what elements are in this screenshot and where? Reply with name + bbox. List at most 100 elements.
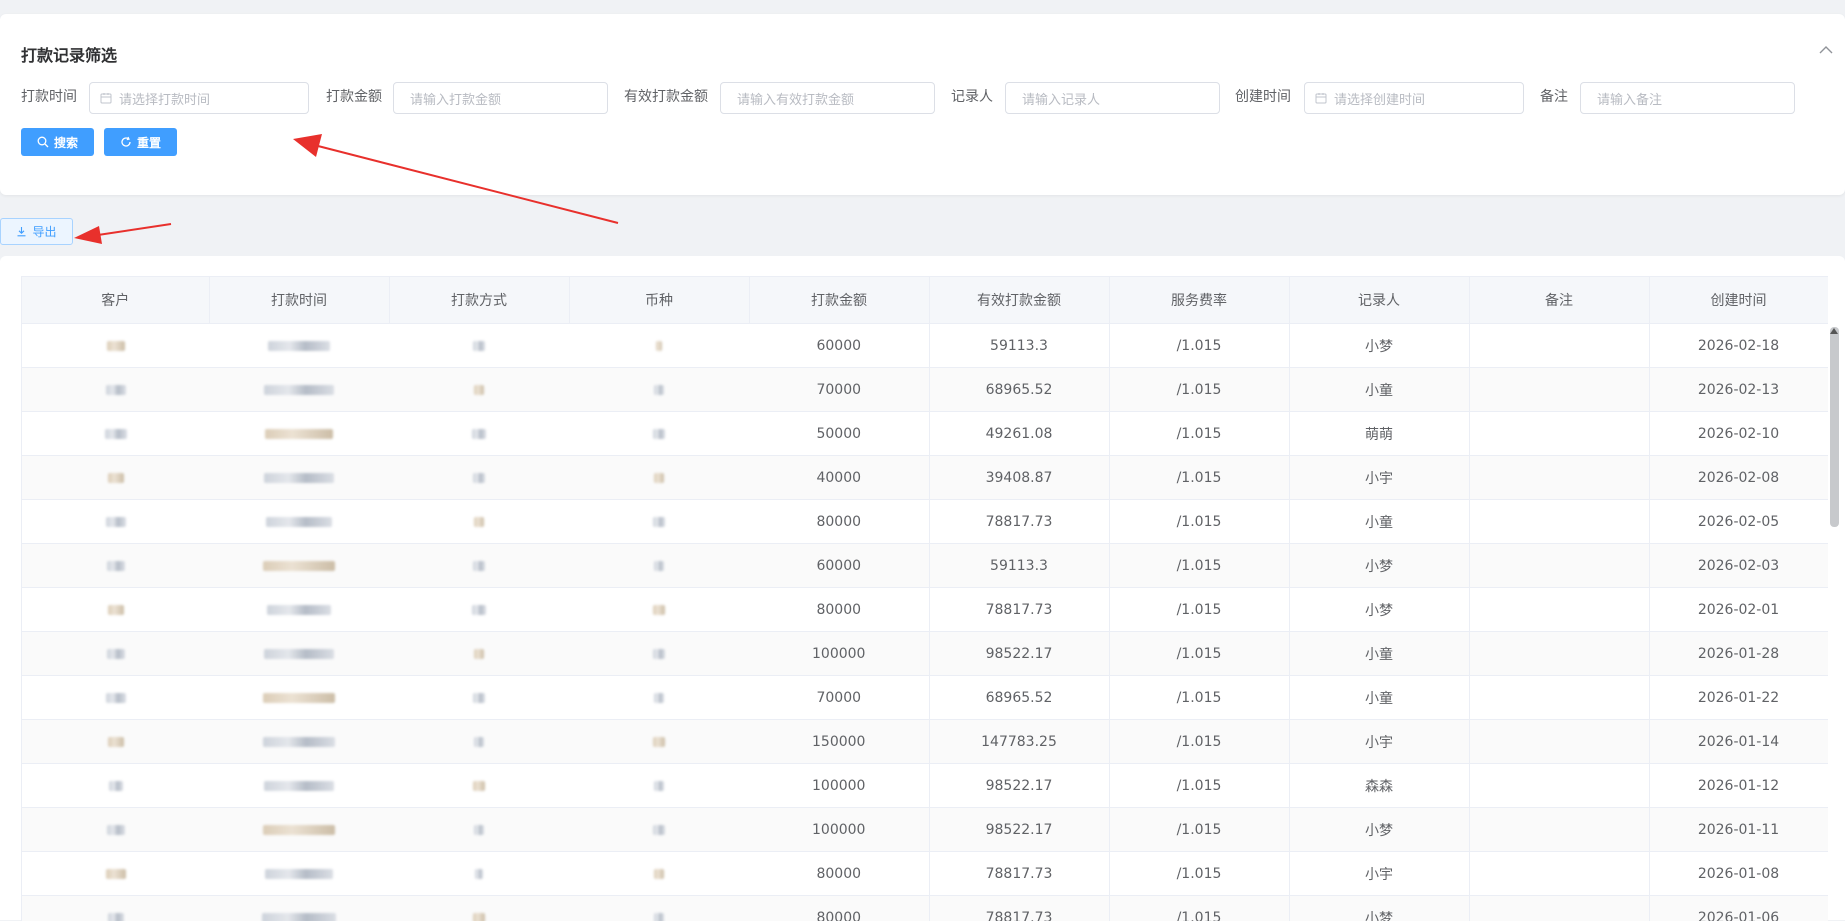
created-time-picker[interactable]: 请选择创建时间: [1304, 82, 1524, 114]
recorder-cell: 小梦: [1289, 324, 1469, 368]
payment-amount-cell: 80000: [749, 588, 929, 632]
redacted-text: [473, 781, 485, 791]
customer-cell-redacted: [22, 500, 209, 544]
created-time-placeholder: 请选择创建时间: [1334, 89, 1425, 108]
currency-cell-redacted: [569, 720, 749, 764]
note-cell: [1469, 632, 1649, 676]
note-cell: [1469, 456, 1649, 500]
payment-method-cell-redacted: [389, 676, 569, 720]
note-input[interactable]: 请输入备注: [1580, 82, 1795, 114]
column-header-payment-time: 打款时间: [209, 277, 389, 324]
payment-amount-cell: 60000: [749, 544, 929, 588]
table-row[interactable]: 150000147783.25/1.015小宇2026-01-14: [22, 720, 1828, 764]
effective-amount-cell: 98522.17: [929, 632, 1109, 676]
table-row[interactable]: 10000098522.17/1.015森森2026-01-12: [22, 764, 1828, 808]
redacted-text: [475, 869, 483, 879]
table-row[interactable]: 5000049261.08/1.015萌萌2026-02-10: [22, 412, 1828, 456]
table-row[interactable]: 8000078817.73/1.015小宇2026-01-08: [22, 852, 1828, 896]
currency-cell-redacted: [569, 676, 749, 720]
redacted-text: [264, 781, 334, 791]
payment-method-cell-redacted: [389, 896, 569, 921]
payment-amount-cell: 70000: [749, 368, 929, 412]
scroll-up-icon[interactable]: [1829, 327, 1839, 335]
payment-method-cell-redacted: [389, 764, 569, 808]
customer-cell-redacted: [22, 676, 209, 720]
service-rate-cell: /1.015: [1109, 764, 1289, 808]
recorder-input[interactable]: 请输入记录人: [1005, 82, 1220, 114]
effective-amount-cell: 59113.3: [929, 324, 1109, 368]
redacted-text: [472, 605, 486, 615]
table-header-row: 客户 打款时间 打款方式 币种 打款金额 有效打款金额 服务费率 记录人 备注 …: [22, 277, 1828, 324]
recorder-cell: 小梦: [1289, 544, 1469, 588]
payment-time-picker[interactable]: 请选择打款时间: [89, 82, 309, 114]
table-row[interactable]: 8000078817.73/1.015小梦2026-02-01: [22, 588, 1828, 632]
recorder-cell: 小童: [1289, 632, 1469, 676]
redacted-text: [263, 737, 335, 747]
export-button-label: 导出: [32, 223, 56, 240]
redacted-text: [653, 517, 665, 527]
calendar-icon: [100, 92, 112, 104]
currency-cell-redacted: [569, 632, 749, 676]
payment-time-cell-redacted: [209, 852, 389, 896]
search-button[interactable]: 搜索: [21, 128, 94, 156]
created-time-cell: 2026-01-11: [1649, 808, 1828, 852]
payment-time-cell-redacted: [209, 324, 389, 368]
table-row[interactable]: 7000068965.52/1.015小童2026-01-22: [22, 676, 1828, 720]
created-time-cell: 2026-02-13: [1649, 368, 1828, 412]
redacted-text: [653, 605, 665, 615]
effective-amount-cell: 98522.17: [929, 764, 1109, 808]
redacted-text: [656, 341, 662, 351]
table-row[interactable]: 6000059113.3/1.015小梦2026-02-03: [22, 544, 1828, 588]
table-row[interactable]: 10000098522.17/1.015小梦2026-01-11: [22, 808, 1828, 852]
created-time-cell: 2026-02-10: [1649, 412, 1828, 456]
table-row[interactable]: 6000059113.3/1.015小梦2026-02-18: [22, 324, 1828, 368]
reset-button-label: 重置: [137, 134, 161, 151]
redacted-text: [106, 517, 126, 527]
service-rate-cell: /1.015: [1109, 412, 1289, 456]
effective-amount-input[interactable]: 请输入有效打款金额: [720, 82, 935, 114]
table-row[interactable]: 7000068965.52/1.015小童2026-02-13: [22, 368, 1828, 412]
service-rate-cell: /1.015: [1109, 324, 1289, 368]
currency-cell-redacted: [569, 896, 749, 921]
service-rate-cell: /1.015: [1109, 368, 1289, 412]
effective-amount-placeholder: 请输入有效打款金额: [737, 89, 854, 108]
redacted-text: [473, 341, 485, 351]
customer-cell-redacted: [22, 412, 209, 456]
recorder-cell: 小梦: [1289, 588, 1469, 632]
payment-amount-input[interactable]: 请输入打款金额: [393, 82, 608, 114]
payment-time-placeholder: 请选择打款时间: [119, 89, 210, 108]
recorder-cell: 小梦: [1289, 808, 1469, 852]
payment-method-cell-redacted: [389, 368, 569, 412]
note-cell: [1469, 720, 1649, 764]
customer-cell-redacted: [22, 896, 209, 921]
field-label-note: 备注: [1540, 86, 1568, 106]
table-row[interactable]: 8000078817.73/1.015小梦2026-01-06: [22, 896, 1828, 921]
effective-amount-cell: 78817.73: [929, 896, 1109, 921]
created-time-cell: 2026-01-06: [1649, 896, 1828, 921]
redacted-text: [474, 825, 484, 835]
table-row[interactable]: 8000078817.73/1.015小童2026-02-05: [22, 500, 1828, 544]
export-button[interactable]: 导出: [0, 218, 73, 245]
field-label-payment-amount: 打款金额: [326, 86, 382, 106]
redacted-text: [264, 385, 334, 395]
table-scrollbar[interactable]: [1830, 327, 1839, 527]
note-cell: [1469, 412, 1649, 456]
redacted-text: [264, 649, 334, 659]
effective-amount-cell: 68965.52: [929, 676, 1109, 720]
annotation-arrow-export: [74, 224, 171, 244]
note-cell: [1469, 368, 1649, 412]
reset-button[interactable]: 重置: [104, 128, 177, 156]
note-cell: [1469, 764, 1649, 808]
recorder-cell: 小宇: [1289, 456, 1469, 500]
effective-amount-cell: 78817.73: [929, 588, 1109, 632]
recorder-cell: 小童: [1289, 368, 1469, 412]
table-row[interactable]: 4000039408.87/1.015小宇2026-02-08: [22, 456, 1828, 500]
created-time-cell: 2026-02-03: [1649, 544, 1828, 588]
payment-amount-cell: 150000: [749, 720, 929, 764]
redacted-text: [473, 693, 485, 703]
customer-cell-redacted: [22, 808, 209, 852]
table-row[interactable]: 10000098522.17/1.015小童2026-01-28: [22, 632, 1828, 676]
column-header-effective-amount: 有效打款金额: [929, 277, 1109, 324]
customer-cell-redacted: [22, 588, 209, 632]
chevron-up-icon[interactable]: [1815, 40, 1837, 60]
